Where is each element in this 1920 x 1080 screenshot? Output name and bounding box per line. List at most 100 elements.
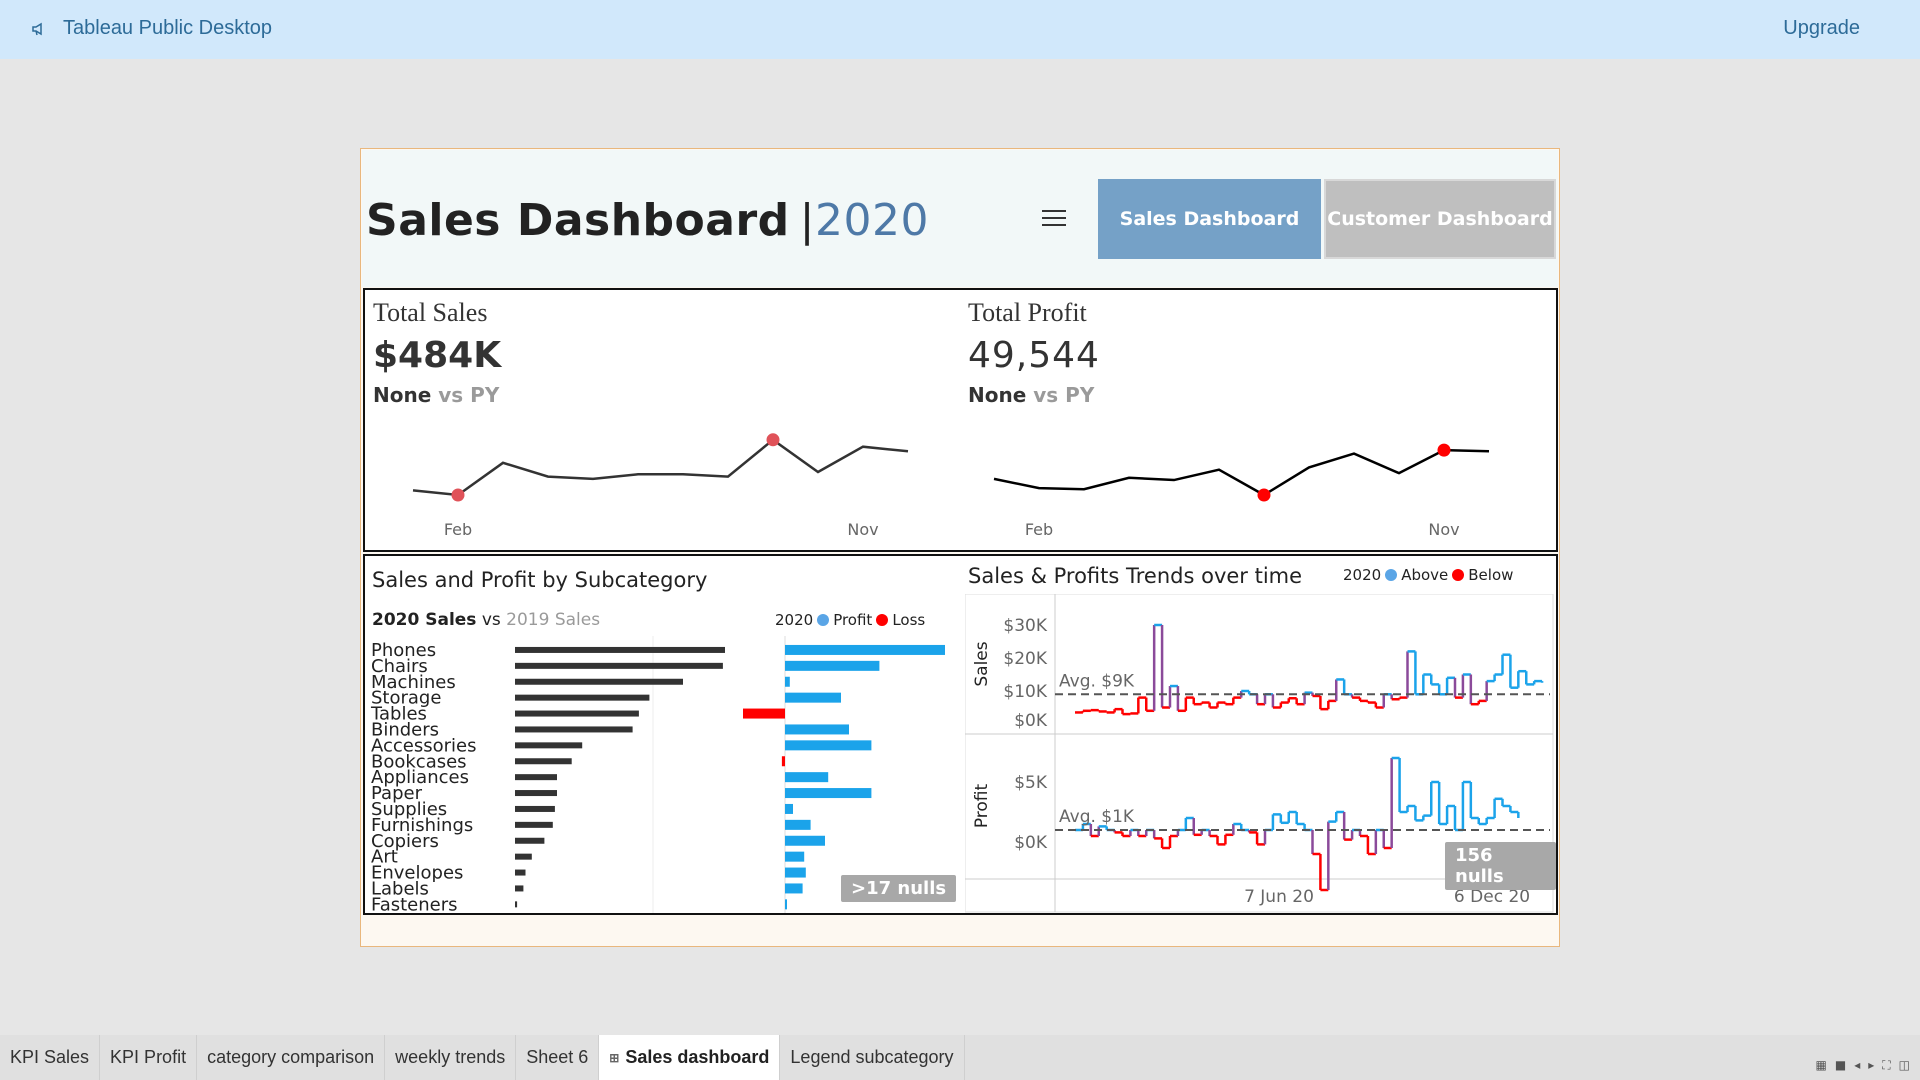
- y-tick-label: $30K: [1003, 616, 1047, 636]
- legend-year: 2020: [1343, 566, 1382, 584]
- sales-dashboard-button[interactable]: Sales Dashboard: [1098, 179, 1321, 259]
- trends-nulls-indicator[interactable]: 156 nulls: [1445, 842, 1556, 890]
- profit-bar: [785, 660, 880, 671]
- profit-dot-icon: [817, 614, 830, 626]
- y-tick-label: $20K: [1003, 649, 1047, 669]
- tab-sales-dashboard[interactable]: ⊞ Sales dashboard: [599, 1035, 781, 1080]
- subcategory-title: Sales and Profit by Subcategory: [372, 568, 708, 592]
- sparkline-path: [993, 448, 1490, 497]
- profit-sparkline[interactable]: Feb Nov: [960, 410, 1550, 550]
- sales-bar: [515, 758, 572, 765]
- sales-bar: [515, 837, 545, 844]
- status-bar-icons: ▦ ■ ◂ ▸ ⛶ ◫: [1816, 1058, 1911, 1073]
- customer-dashboard-button[interactable]: Customer Dashboard: [1324, 179, 1556, 259]
- app-title: Tableau Public Desktop: [63, 17, 273, 39]
- sales-bar: [515, 694, 650, 701]
- tab-weekly-trends[interactable]: weekly trends: [385, 1035, 517, 1080]
- kpi-value: $484K: [373, 335, 502, 376]
- x-tick-label: Feb: [444, 520, 472, 539]
- sales-bar: [515, 821, 553, 828]
- dashboard-title-text: Sales Dashboard: [366, 195, 790, 246]
- kpi-comparison-suffix: vs PY: [1033, 383, 1095, 407]
- total-sales-kpi[interactable]: Total Sales $484K None vs PY Feb Nov: [365, 290, 955, 550]
- sales-sparkline[interactable]: Feb Nov: [365, 410, 955, 550]
- profit-bar: [785, 819, 811, 830]
- sales-2019-label: 2019 Sales: [506, 610, 601, 630]
- prev-sheet-icon[interactable]: ◂: [1854, 1058, 1860, 1073]
- profit-bar: [785, 740, 872, 751]
- app-toolbar: Tableau Public Desktop Upgrade: [0, 0, 1920, 59]
- sales-bar: [515, 742, 583, 749]
- subcategory-legend: 2020 Profit Loss: [775, 611, 925, 629]
- y-tick-label: $0K: [1014, 711, 1048, 731]
- sales-2020-label: 2020 Sales: [372, 610, 477, 630]
- profit-bar: [785, 899, 787, 910]
- sales-bar: [515, 646, 725, 653]
- tab-kpi-profit[interactable]: KPI Profit: [100, 1035, 198, 1080]
- profit-bar: [785, 803, 793, 814]
- subcategory-chart[interactable]: PhonesChairsMachinesStorageTablesBinders…: [365, 636, 965, 913]
- max-marker: [766, 433, 780, 447]
- hamburger-menu-icon[interactable]: [1042, 210, 1066, 230]
- next-sheet-icon[interactable]: ▸: [1868, 1058, 1874, 1073]
- dashboard-title: Sales Dashboard |2020: [366, 195, 929, 246]
- sheet-tabs: KPI Sales KPI Profit category comparison…: [0, 1035, 1920, 1080]
- loss-dot-icon: [876, 614, 889, 626]
- profit-bar: [785, 724, 849, 735]
- dashboard-header: Sales Dashboard |2020 Sales Dashboard Cus…: [362, 150, 1558, 287]
- sales-bar: [515, 885, 524, 892]
- y-tick-label: $0K: [1014, 833, 1048, 853]
- upgrade-link[interactable]: Upgrade: [1783, 17, 1860, 40]
- square-view-icon[interactable]: ■: [1835, 1058, 1846, 1073]
- legend-above: Above: [1401, 566, 1449, 584]
- profit-average-label: Avg. $1K: [1059, 807, 1135, 827]
- min-marker: [451, 488, 465, 502]
- sales-bar: [515, 774, 557, 781]
- kpi-panel: Total Sales $484K None vs PY Feb Nov Tota…: [363, 288, 1558, 552]
- profit-bar: [785, 692, 841, 703]
- tab-kpi-sales[interactable]: KPI Sales: [0, 1035, 101, 1080]
- sales-average-label: Avg. $9K: [1059, 671, 1135, 691]
- kpi-comparison-value: None: [968, 383, 1027, 407]
- profit-bar: [785, 772, 829, 783]
- kpi-label: Total Sales: [373, 298, 488, 327]
- trends-legend: 2020 Above Below: [1343, 566, 1513, 584]
- kpi-comparison-suffix: vs PY: [438, 383, 500, 407]
- sparkline-path: [412, 438, 909, 497]
- megaphone-icon[interactable]: [31, 21, 47, 37]
- profit-bar: [785, 835, 825, 846]
- legend-below: Below: [1468, 566, 1514, 584]
- y-tick-label: $5K: [1014, 773, 1048, 793]
- profit-bar: [785, 676, 790, 687]
- profit-bar: [785, 867, 806, 878]
- present-icon[interactable]: ◫: [1899, 1058, 1910, 1073]
- x-tick-label: Nov: [1428, 520, 1459, 539]
- kpi-comparison-value: None: [373, 383, 432, 407]
- sales-bar: [515, 805, 555, 812]
- kpi-comparison: None vs PY: [373, 383, 499, 407]
- sales-bar: [515, 678, 683, 685]
- sales-bar: [515, 901, 518, 908]
- x-tick-label: 6 Dec 20: [1454, 887, 1530, 907]
- profit-bar: [785, 883, 803, 894]
- tab-sheet-6[interactable]: Sheet 6: [516, 1035, 600, 1080]
- trends-title: Sales & Profits Trends over time: [968, 564, 1303, 588]
- y-tick-label: $10K: [1003, 682, 1047, 702]
- lower-panel: Sales and Profit by Subcategory 2020 Sal…: [363, 554, 1558, 915]
- subcategory-subtitle: 2020 Sales vs 2019 Sales: [372, 610, 600, 630]
- profit-bar: [785, 788, 872, 799]
- min-marker: [1257, 488, 1271, 502]
- subcategory-nulls-indicator[interactable]: >17 nulls: [841, 875, 957, 902]
- tab-category-comparison[interactable]: category comparison: [197, 1035, 386, 1080]
- tab-legend-subcategory[interactable]: Legend subcategory: [780, 1035, 965, 1080]
- sales-bar: [515, 710, 639, 717]
- loss-bar: [743, 708, 785, 719]
- sales-bar: [515, 662, 723, 669]
- dashboard-year: 2020: [814, 195, 929, 246]
- sales-bar: [515, 726, 633, 733]
- fit-icon[interactable]: ⛶: [1882, 1058, 1890, 1073]
- grid-view-icon[interactable]: ▦: [1816, 1058, 1827, 1073]
- dashboard-icon: ⊞: [609, 1050, 620, 1065]
- total-profit-kpi[interactable]: Total Profit 49,544 None vs PY Feb Nov: [960, 290, 1550, 550]
- x-tick-label: 7 Jun 20: [1244, 887, 1314, 907]
